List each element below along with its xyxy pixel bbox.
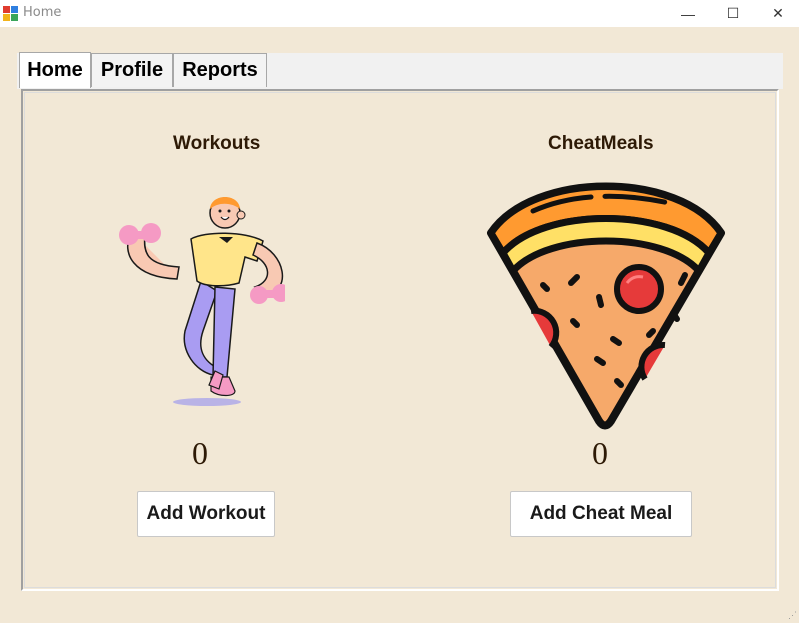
cheat-meals-label: CheatMeals bbox=[548, 133, 654, 154]
tab-home[interactable]: Home bbox=[19, 52, 91, 88]
workout-person-icon bbox=[119, 197, 285, 406]
maximize-button[interactable]: ☐ bbox=[710, 0, 756, 27]
close-button[interactable]: ✕ bbox=[755, 0, 799, 27]
minimize-button[interactable]: — bbox=[665, 0, 711, 27]
app-icon bbox=[3, 6, 18, 21]
cheat-meals-count: 0 bbox=[592, 435, 608, 471]
minimize-icon: — bbox=[681, 5, 695, 22]
add-workout-button[interactable]: Add Workout bbox=[137, 491, 275, 537]
workouts-label: Workouts bbox=[173, 133, 261, 154]
close-icon: ✕ bbox=[772, 5, 784, 21]
tab-strip: Home Profile Reports bbox=[17, 52, 783, 89]
pizza-slice-icon bbox=[487, 182, 725, 430]
home-tab-page: Workouts CheatMeals 0 0 Add Workout Add … bbox=[21, 89, 779, 591]
add-cheat-meal-button[interactable]: Add Cheat Meal bbox=[510, 491, 692, 537]
resize-grip-icon[interactable]: ⋰ bbox=[788, 610, 797, 621]
tab-profile[interactable]: Profile bbox=[91, 53, 173, 87]
tab-reports[interactable]: Reports bbox=[173, 53, 267, 87]
title-bar: Home — ☐ ✕ bbox=[0, 0, 799, 27]
workouts-count: 0 bbox=[192, 435, 208, 471]
maximize-icon: ☐ bbox=[726, 5, 740, 21]
window-title: Home bbox=[23, 5, 62, 20]
